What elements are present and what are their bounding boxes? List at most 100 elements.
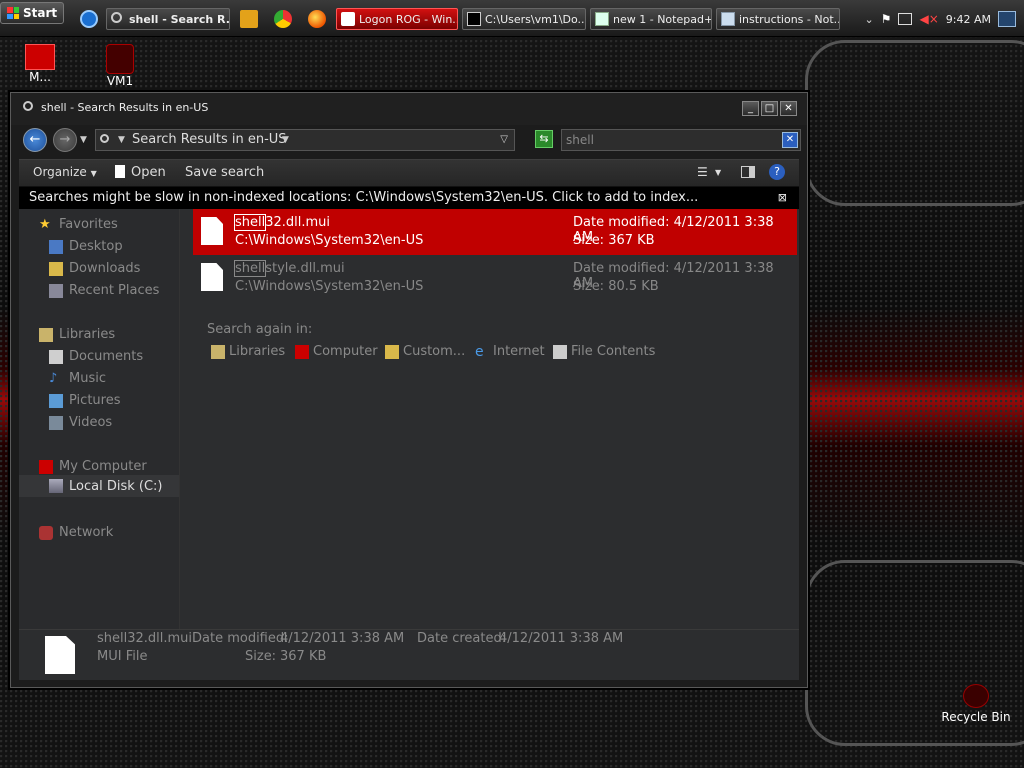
taskbar-button-notepad[interactable]: instructions - Not... bbox=[716, 8, 840, 30]
details-filetype: MUI File bbox=[97, 649, 148, 664]
result-filename-rest: 32.dll.mui bbox=[265, 215, 331, 230]
taskbar-button-logon-rog[interactable]: Logon ROG - Win... bbox=[336, 8, 458, 30]
libraries-icon bbox=[39, 327, 53, 342]
details-created-value: 4/12/2011 3:38 AM bbox=[499, 631, 624, 646]
search-again-internet[interactable]: e Internet bbox=[475, 344, 545, 359]
nav-music[interactable]: ♪ Music bbox=[49, 371, 106, 386]
show-desktop-icon[interactable] bbox=[998, 11, 1016, 27]
taskbar-button-label: shell - Search R... bbox=[129, 13, 230, 26]
clear-search-button[interactable]: ✕ bbox=[782, 132, 798, 148]
recent-places-icon bbox=[49, 283, 63, 298]
window-title: shell - Search Results in en-US bbox=[41, 101, 209, 114]
chevron-down-icon: ▼ bbox=[90, 169, 97, 178]
star-icon: ★ bbox=[39, 216, 51, 232]
search-again-computer[interactable]: Computer bbox=[295, 344, 378, 359]
help-icon[interactable]: ? bbox=[769, 164, 785, 180]
result-item[interactable]: shell32.dll.mui C:\Windows\System32\en-U… bbox=[193, 209, 797, 255]
navigation-pane: ★ Favorites Desktop Downloads Recent Plac… bbox=[19, 209, 180, 629]
organize-button[interactable]: Organize ▼ bbox=[33, 165, 97, 179]
downloads-folder-icon bbox=[49, 261, 63, 276]
organize-label: Organize bbox=[33, 165, 87, 179]
nav-label: Music bbox=[69, 371, 106, 386]
refresh-button[interactable]: ⇆ bbox=[535, 130, 553, 148]
firefox-icon[interactable] bbox=[308, 10, 326, 28]
desktop-icon-vm1[interactable]: VM1 bbox=[94, 44, 146, 88]
network-icon[interactable] bbox=[898, 13, 913, 25]
details-filename: shell32.dll.mui bbox=[97, 631, 193, 646]
address-bar[interactable]: ▼ Search Results in en-US ▼ ▽ bbox=[95, 129, 515, 151]
view-options-icon[interactable]: ☰ bbox=[697, 165, 708, 179]
nav-desktop[interactable]: Desktop bbox=[49, 239, 123, 254]
command-prompt-icon bbox=[467, 12, 481, 26]
back-button[interactable]: ← bbox=[23, 128, 47, 152]
nav-pictures[interactable]: Pictures bbox=[49, 393, 120, 408]
file-icon bbox=[115, 165, 125, 178]
volume-muted-icon[interactable]: ◀× bbox=[919, 12, 938, 26]
taskbar-button-cmd[interactable]: C:\Users\vm1\Do... bbox=[462, 8, 586, 30]
computer-icon bbox=[25, 44, 55, 70]
taskbar-button-label: Logon ROG - Win... bbox=[359, 13, 458, 26]
search-again-custom[interactable]: Custom... bbox=[385, 344, 465, 359]
media-player-icon[interactable] bbox=[240, 10, 258, 28]
nav-libraries[interactable]: Libraries bbox=[39, 327, 115, 342]
nav-documents[interactable]: Documents bbox=[49, 349, 143, 364]
nav-network[interactable]: Network bbox=[39, 525, 113, 540]
taskbar-button-label: new 1 - Notepad++ bbox=[613, 13, 712, 26]
address-history-icon[interactable]: ▽ bbox=[500, 130, 508, 150]
search-input[interactable]: shell ✕ bbox=[561, 129, 801, 151]
action-center-flag-icon[interactable]: ⚑ bbox=[881, 12, 892, 26]
nav-my-computer[interactable]: My Computer bbox=[39, 459, 147, 474]
location-label: Custom... bbox=[403, 344, 466, 359]
breadcrumb-dropdown-icon[interactable]: ▼ bbox=[282, 130, 289, 150]
libraries-icon bbox=[211, 344, 225, 359]
details-modified-label: Date modified: bbox=[192, 631, 289, 646]
preview-pane-icon[interactable] bbox=[741, 166, 755, 178]
taskbar-clock[interactable]: 9:42 AM bbox=[946, 13, 991, 26]
nav-label: Network bbox=[59, 525, 114, 540]
desktop-icon-computer[interactable]: M... bbox=[14, 44, 66, 84]
nav-videos[interactable]: Videos bbox=[49, 415, 112, 430]
details-size-label: Size: bbox=[245, 649, 277, 664]
internet-explorer-icon[interactable] bbox=[80, 10, 98, 28]
nav-label: Downloads bbox=[69, 261, 141, 276]
nav-local-disk[interactable]: Local Disk (C:) bbox=[19, 475, 179, 497]
pictures-icon bbox=[49, 393, 63, 408]
details-pane: shell32.dll.mui MUI File Date modified: … bbox=[19, 629, 799, 680]
desktop-icon-label: Recycle Bin bbox=[941, 710, 1011, 724]
nav-favorites[interactable]: ★ Favorites bbox=[39, 217, 118, 232]
close-button[interactable]: ✕ bbox=[780, 101, 797, 116]
start-button[interactable]: Start bbox=[0, 2, 65, 24]
chrome-icon[interactable] bbox=[274, 10, 292, 28]
view-dropdown-icon[interactable]: ▼ bbox=[715, 168, 721, 177]
nav-recent-places[interactable]: Recent Places bbox=[49, 283, 159, 298]
maximize-button[interactable]: □ bbox=[761, 101, 778, 116]
content-area: ★ Favorites Desktop Downloads Recent Plac… bbox=[19, 209, 799, 629]
minimize-button[interactable]: _ bbox=[742, 101, 759, 116]
details-created-label: Date created: bbox=[417, 631, 507, 646]
search-value: shell bbox=[566, 133, 594, 147]
open-button[interactable]: Open bbox=[115, 165, 166, 180]
chevron-down-icon[interactable]: ⌄ bbox=[865, 13, 874, 26]
info-bar[interactable]: Searches might be slow in non-indexed lo… bbox=[19, 187, 799, 209]
recent-pages-dropdown-icon[interactable]: ▼ bbox=[80, 135, 87, 145]
breadcrumb-arrow-icon[interactable]: ▼ bbox=[118, 130, 125, 150]
title-bar[interactable]: shell - Search Results in en-US _ □ ✕ bbox=[11, 93, 807, 125]
location-label: Computer bbox=[313, 344, 378, 359]
close-info-bar-icon[interactable]: ⊠ bbox=[778, 187, 787, 209]
taskbar-button-search[interactable]: shell - Search R... bbox=[106, 8, 230, 30]
nav-downloads[interactable]: Downloads bbox=[49, 261, 140, 276]
search-highlight: shell bbox=[233, 214, 267, 231]
desktop-icon-recycle-bin[interactable]: Recycle Bin bbox=[934, 684, 1018, 724]
breadcrumb[interactable]: Search Results in en-US bbox=[132, 130, 287, 150]
search-again-libraries[interactable]: Libraries bbox=[211, 344, 285, 359]
nav-label: Documents bbox=[69, 349, 144, 364]
result-item[interactable]: shellstyle.dll.mui C:\Windows\System32\e… bbox=[193, 255, 797, 301]
search-again-file-contents[interactable]: File Contents bbox=[553, 344, 655, 359]
magnifier-icon bbox=[111, 12, 122, 23]
computer-icon bbox=[295, 344, 309, 359]
location-label: Internet bbox=[493, 344, 545, 359]
info-bar-text: Searches might be slow in non-indexed lo… bbox=[29, 190, 699, 205]
taskbar-button-notepadpp[interactable]: new 1 - Notepad++ bbox=[590, 8, 712, 30]
forward-button[interactable]: → bbox=[53, 128, 77, 152]
save-search-button[interactable]: Save search bbox=[185, 165, 264, 180]
